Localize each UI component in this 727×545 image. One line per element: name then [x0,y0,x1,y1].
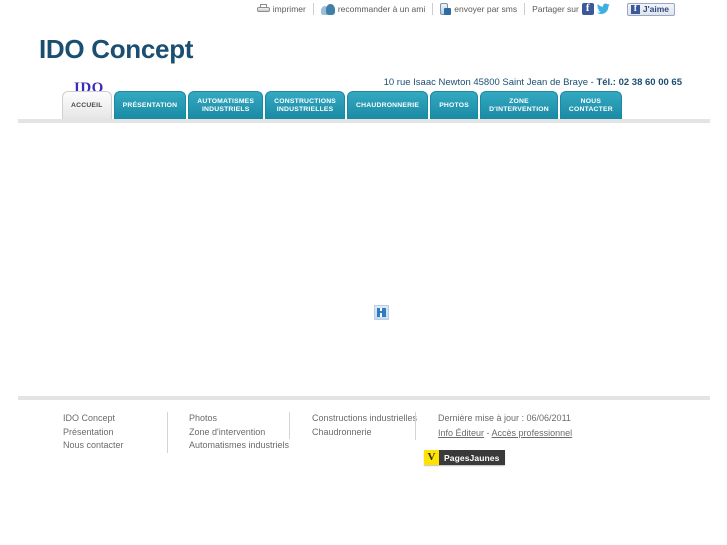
main-content [0,124,727,390]
last-update-text: Dernière mise à jour : 06/06/2011 [438,413,571,423]
nav-tab-label: PRÉSENTATION [122,101,178,109]
nav-tab-chaudronnerie[interactable]: CHAUDRONNERIE [347,91,429,119]
share-toolbar: imprimer recommander à un ami envoyer pa… [0,0,727,18]
nav-divider [18,119,710,123]
footer-divider [18,396,710,400]
print-button[interactable]: imprimer [250,2,313,17]
share-group: Partager sur [525,2,617,17]
recommend-button[interactable]: recommander à un ami [314,2,432,17]
friends-icon [320,3,335,15]
recommend-label: recommander à un ami [337,3,426,14]
sms-button[interactable]: envoyer par sms [433,2,524,17]
footer-column-4: Dernière mise à jour : 06/06/2011 Info É… [415,412,615,440]
nav-tab-label: ZONE D'INTERVENTION [489,97,549,113]
sms-label: envoyer par sms [454,3,518,14]
nav-tab-zone-intervention[interactable]: ZONE D'INTERVENTION [480,91,558,119]
print-label: imprimer [272,3,306,14]
footer-link-presentation[interactable]: Présentation [63,426,167,440]
nav-tab-accueil[interactable]: ACCUEIL [62,91,112,119]
footer-link-photos[interactable]: Photos [189,412,289,426]
pagesjaunes-name: PagesJaunes [439,450,506,465]
nav-tab-automatismes-industriels[interactable]: AUTOMATISMES INDUSTRIELS [188,91,264,119]
facebook-icon[interactable] [581,2,594,15]
nav-tab-label: CONSTRUCTIONS INDUSTRIELLES [274,97,337,113]
footer-link-ido-concept[interactable]: IDO Concept [63,412,167,426]
like-label: J'aime [642,3,669,14]
page-title: IDO Concept [39,34,194,64]
footer-link-nous-contacter[interactable]: Nous contacter [63,439,167,453]
footer-link-constructions-industrielles[interactable]: Constructions industrielles [312,412,417,426]
link-separator: - [484,427,492,438]
footer-link-zone-intervention[interactable]: Zone d'intervention [189,426,289,440]
nav-tab-presentation[interactable]: PRÉSENTATION [113,91,187,119]
nav-tab-photos[interactable]: PHOTOS [430,91,479,119]
footer-link-acces-professionnel[interactable]: Accès professionnel [492,428,573,438]
nav-tab-constructions-industrielles[interactable]: CONSTRUCTIONS INDUSTRIELLES [265,91,346,119]
twitter-icon[interactable] [596,3,610,15]
share-toolbar-inner: imprimer recommander à un ami envoyer pa… [250,1,727,18]
facebook-like-button[interactable]: J'aime [626,2,675,16]
contact-info: 10 rue Isaac Newton 45800 Saint Jean de … [384,77,682,88]
share-label: Partager sur [532,3,579,14]
address-text: 10 rue Isaac Newton 45800 Saint Jean de … [383,77,588,88]
pagesjaunes-logo[interactable]: V PagesJaunes [424,450,506,465]
nav-tab-label: NOUS CONTACTER [568,97,613,113]
printer-icon [256,3,270,15]
footer-column-2: Photos Zone d'intervention Automatismes … [167,412,289,453]
site-footer: IDO Concept Présentation Nous contacter … [0,412,727,453]
footer-column-1: IDO Concept Présentation Nous contacter [55,412,167,453]
footer-link-automatismes-industriels[interactable]: Automatismes industriels [189,439,289,453]
main-navigation: ACCUEIL PRÉSENTATION AUTOMATISMES INDUST… [62,91,622,119]
broken-image-icon [374,305,389,320]
footer-column-3: Constructions industrielles Chaudronneri… [289,412,417,440]
nav-tab-nous-contacter[interactable]: NOUS CONTACTER [559,91,622,119]
sms-icon [440,3,452,15]
footer-link-chaudronnerie[interactable]: Chaudronnerie [312,426,415,440]
facebook-icon [630,3,640,14]
footer-admin-links: Info Éditeur - Accès professionnel [438,426,615,441]
nav-tab-label: PHOTOS [439,101,469,109]
pagesjaunes-mark-glyph: V [427,451,436,463]
pagesjaunes-mark-icon: V [424,450,439,465]
footer-link-info-editeur[interactable]: Info Éditeur [438,428,484,438]
phone-number: Tél.: 02 38 60 00 65 [596,77,682,88]
nav-tab-label: AUTOMATISMES INDUSTRIELS [197,97,255,113]
nav-tab-label: CHAUDRONNERIE [356,101,420,109]
nav-tab-label: ACCUEIL [71,101,103,109]
